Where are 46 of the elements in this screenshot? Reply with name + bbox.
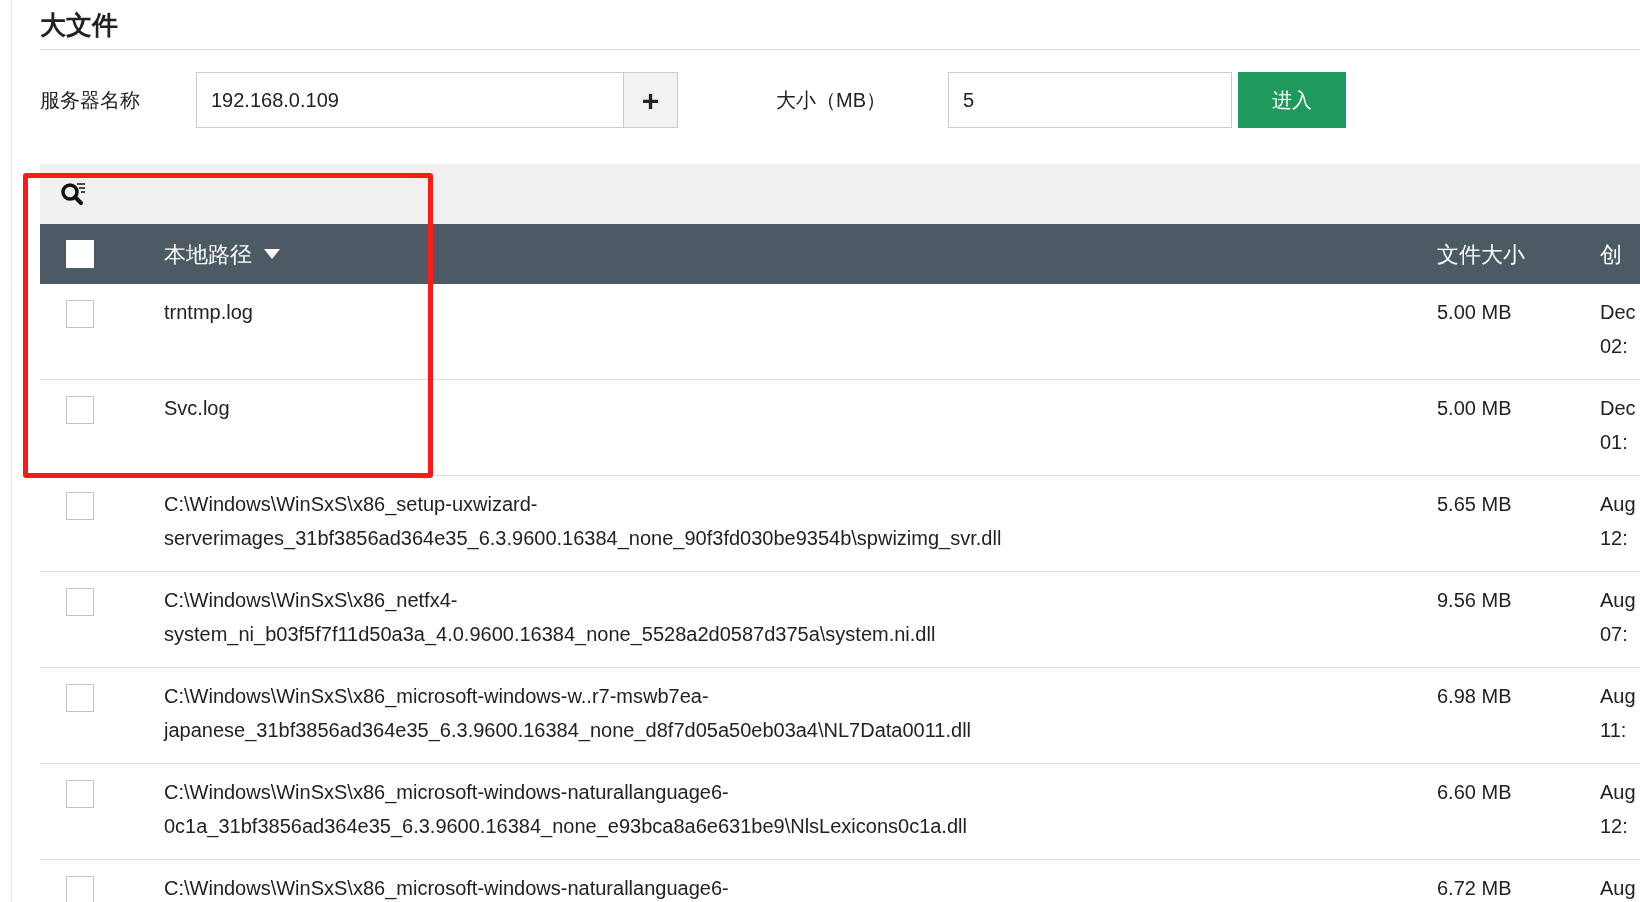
size-cell-text: 6.72 MB bbox=[1437, 876, 1513, 900]
path-cell-text: C:\Windows\WinSxS\x86_microsoft-windows-naturallanguage6- 0c1a_31bf3856ad364e35_6.3.9600.16384_none_e93bca8a6e631be9\NlsLexicons0c1a.dll bbox=[164, 780, 968, 838]
column-header[interactable]: 创 bbox=[1600, 237, 1622, 271]
date-cell: Aug 12: bbox=[1600, 492, 1636, 550]
checkbox[interactable] bbox=[66, 684, 94, 712]
checkbox[interactable] bbox=[66, 588, 94, 616]
table-row[interactable]: C:\Windows\WinSxS\x86_microsoft-windows-w..r7-mswb7ea- japanese_31bf3856ad364e35_6.3.9600.16384_none_d8f7d05a50eb03a4\NL7Data0011.dll 6.98 MB Aug 11: bbox=[40, 668, 1640, 764]
checkbox[interactable] bbox=[66, 780, 94, 808]
size-cell-text: 5.00 MB bbox=[1437, 300, 1513, 324]
date-cell: Aug 07: bbox=[1600, 588, 1636, 646]
checkbox[interactable] bbox=[66, 876, 94, 902]
path-cell-text: trntmp.log bbox=[164, 300, 254, 324]
date-cell: Dec 02: bbox=[1600, 300, 1636, 358]
path-cell-text: Svc.log bbox=[164, 396, 231, 420]
server-label: 服务器名称 bbox=[40, 88, 141, 113]
checkbox[interactable] bbox=[66, 300, 94, 328]
size-cell-text: 5.00 MB bbox=[1437, 396, 1513, 420]
checkbox[interactable] bbox=[66, 396, 94, 424]
path-cell-text: C:\Windows\WinSxS\x86_setup-uxwizard- serverimages_31bf3856ad364e35_6.3.9600.16384_none_90f3fd030be9354b\spwizimg_svr.dll bbox=[164, 492, 1003, 550]
size-field[interactable]: 5 bbox=[948, 72, 1232, 128]
column-header[interactable]: 本地路径 bbox=[164, 237, 1437, 271]
add-button[interactable]: + bbox=[624, 72, 678, 128]
table-row[interactable]: C:\Windows\WinSxS\x86_setup-uxwizard- serverimages_31bf3856ad364e35_6.3.9600.16384_none_90f3fd030be9354b\spwizimg_svr.dll 5.65 MB Aug 12: bbox=[40, 476, 1640, 572]
size-cell-text: 9.56 MB bbox=[1437, 588, 1513, 612]
size-cell-text: 6.60 MB bbox=[1437, 780, 1513, 804]
size-label: 大小（MB） bbox=[776, 88, 887, 113]
table-row[interactable]: C:\Windows\WinSxS\x86_microsoft-windows-naturallanguage6- 6.72 MB Aug bbox=[40, 860, 1640, 902]
path-cell-text: C:\Windows\WinSxS\x86_microsoft-windows-w..r7-mswb7ea- japanese_31bf3856ad364e35_6.3.9600.16384_none_d8f7d05a50eb03a4\NL7Data0011.dll bbox=[164, 684, 973, 742]
table-row[interactable]: trntmp.log 5.00 MB Dec 02: bbox=[40, 284, 1640, 380]
date-cell: Aug 12: bbox=[1600, 780, 1636, 838]
date-cell: Aug 11: bbox=[1600, 684, 1636, 742]
size-cell-text: 5.65 MB bbox=[1437, 492, 1513, 516]
page-title: 大文件 bbox=[40, 11, 118, 38]
path-cell-text: C:\Windows\WinSxS\x86_netfx4- system_ni_b03f5f7f11d50a3a_4.0.9600.16384_none_5528a2d0587d375a\system.ni.dll bbox=[164, 588, 937, 646]
table-row[interactable]: C:\Windows\WinSxS\x86_microsoft-windows-naturallanguage6- 0c1a_31bf3856ad364e35_6.3.9600.16384_none_e93bca8a6e631be9\NlsLexicons0c1a.dll 6.60 MB Aug 12: bbox=[40, 764, 1640, 860]
server-field[interactable]: 192.168.0.109 bbox=[196, 72, 624, 128]
path-cell-text: C:\Windows\WinSxS\x86_microsoft-windows-naturallanguage6- bbox=[164, 876, 730, 900]
date-cell: Dec 01: bbox=[1600, 396, 1636, 454]
table-row[interactable]: C:\Windows\WinSxS\x86_netfx4- system_ni_b03f5f7f11d50a3a_4.0.9600.16384_none_5528a2d0587d375a\system.ni.dll 9.56 MB Aug 07: bbox=[40, 572, 1640, 668]
table-row[interactable]: Svc.log 5.00 MB Dec 01: bbox=[40, 380, 1640, 476]
date-cell: Aug bbox=[1600, 876, 1636, 900]
checkbox[interactable] bbox=[66, 492, 94, 520]
submit-button[interactable]: 进入 bbox=[1238, 72, 1346, 128]
column-header[interactable]: 文件大小 bbox=[1437, 237, 1600, 271]
size-cell-text: 6.98 MB bbox=[1437, 684, 1513, 708]
search-filter-icon[interactable] bbox=[60, 181, 88, 207]
